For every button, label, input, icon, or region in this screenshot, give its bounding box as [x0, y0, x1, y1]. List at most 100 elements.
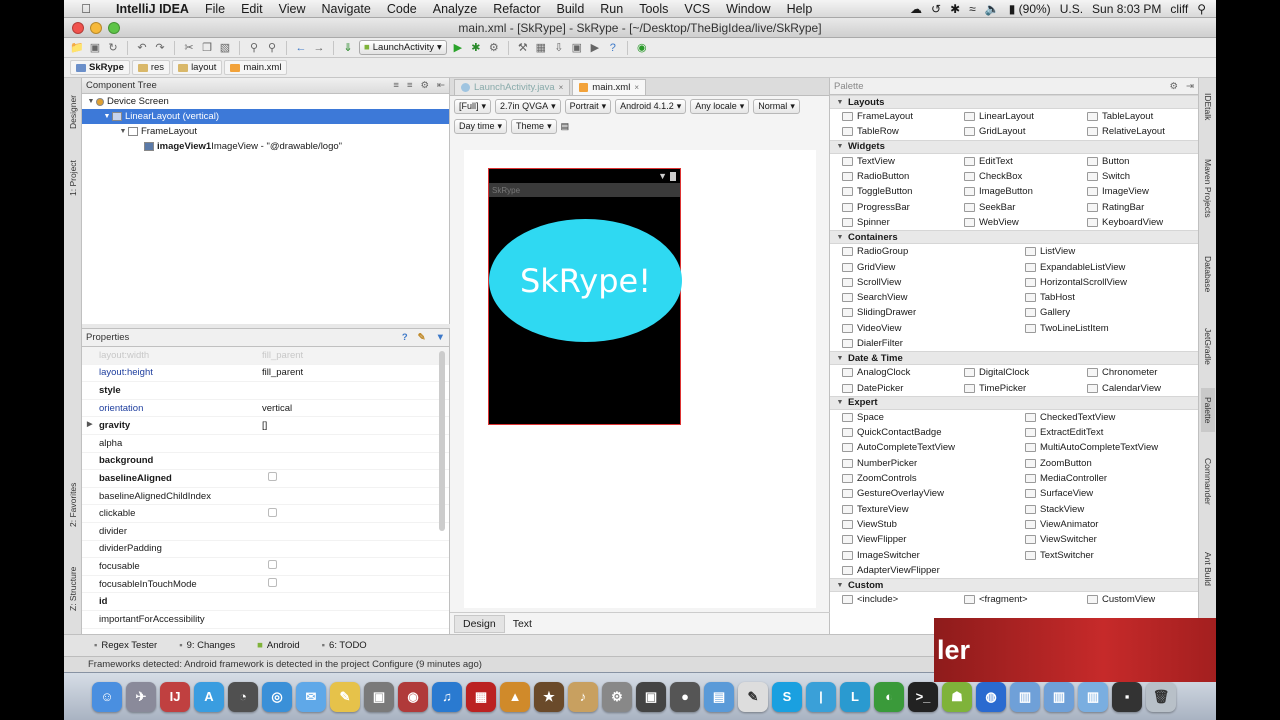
open-folder-icon[interactable]: 📁 [70, 41, 84, 55]
palette-item-seekbar[interactable]: SeekBar [964, 202, 1015, 213]
minimize-window-button[interactable] [90, 21, 102, 34]
help-icon[interactable]: ? [402, 332, 408, 343]
palette-item-tabhost[interactable]: TabHost [1025, 292, 1075, 303]
dashboard-icon[interactable]: ◔ [228, 681, 258, 712]
logo-image[interactable]: SkRype! [489, 219, 682, 342]
palette-item-listview[interactable]: ListView [1025, 246, 1075, 257]
palette-item-adapterviewflipper[interactable]: AdapterViewFlipper [842, 565, 940, 576]
designer-tool-tab[interactable]: Designer [66, 82, 80, 142]
palette-tool-tab[interactable]: Palette [1201, 388, 1215, 432]
hide-panel-icon[interactable]: ⇥ [1186, 81, 1194, 92]
palette-item-edittext[interactable]: EditText [964, 156, 1013, 167]
palette-item-imagebutton[interactable]: ImageButton [964, 186, 1033, 197]
palette-item-textview[interactable]: TextView [842, 156, 895, 167]
palette-category[interactable]: ▼ Date & Time [830, 351, 1198, 366]
database-tool-tab[interactable]: Database [1201, 246, 1215, 302]
gear-icon[interactable]: ⚙ [421, 80, 430, 91]
palette-item-switch[interactable]: Switch [1087, 171, 1130, 182]
property-value[interactable]: [] [262, 420, 449, 431]
property-row[interactable]: orientation vertical [82, 400, 449, 418]
palette-item-button[interactable]: Button [1087, 156, 1129, 167]
sdk-manager-icon[interactable]: ⇩ [552, 41, 566, 55]
palette-item-spinner[interactable]: Spinner [842, 217, 890, 228]
theme-dropdown[interactable]: Day time ▾ [454, 118, 508, 134]
palette-item-scrollview[interactable]: ScrollView [842, 277, 901, 288]
apple-icon[interactable]:  [64, 1, 108, 16]
collapse-triangle-icon[interactable]: ▼ [836, 399, 844, 406]
palette-item-relativelayout[interactable]: RelativeLayout [1087, 126, 1165, 137]
palette-item-gridview[interactable]: GridView [842, 262, 895, 273]
property-value[interactable]: vertical [262, 403, 449, 414]
property-value[interactable] [262, 578, 449, 590]
config-dropdown[interactable]: Any locale ▾ [690, 98, 750, 114]
palette-item-analogclock[interactable]: AnalogClock [842, 367, 910, 378]
property-row[interactable]: importantForAccessibility [82, 611, 449, 629]
tool-window-6-todo[interactable]: ▪ 6: TODO [322, 640, 367, 651]
spotlight-search-icon[interactable]: ⚲ [1197, 2, 1206, 16]
iwork-icon[interactable]: ▦ [466, 681, 496, 712]
photo-booth-icon[interactable]: ◉ [398, 681, 428, 712]
photos-icon[interactable]: ▣ [364, 681, 394, 712]
palette-item-space[interactable]: Space [842, 412, 884, 423]
textedit-icon[interactable]: ✎ [738, 681, 768, 712]
palette-item-checkedtextview[interactable]: CheckedTextView [1025, 412, 1115, 423]
theme-dropdown[interactable]: Theme ▾ [511, 118, 557, 134]
property-checkbox[interactable] [268, 560, 277, 570]
menubar-user[interactable]: cliff [1170, 2, 1188, 16]
palette-item-keyboardview[interactable]: KeyboardView [1087, 217, 1163, 228]
palette-item-gestureoverlayview[interactable]: GestureOverlayView [842, 488, 944, 499]
property-row[interactable]: dividerPadding [82, 541, 449, 559]
palette-item-multiautocompletetextview[interactable]: MultiAutoCompleteTextView [1025, 442, 1158, 453]
editor-mode-tab-design[interactable]: Design [454, 614, 505, 633]
property-row[interactable]: id [82, 593, 449, 611]
palette-item-imageswitcher[interactable]: ImageSwitcher [842, 550, 920, 561]
menu-run[interactable]: Run [592, 2, 631, 16]
wifi-icon[interactable]: ≈ [969, 2, 976, 16]
project-tool-tab[interactable]: 1: Project [66, 148, 80, 208]
palette-item-viewanimator[interactable]: ViewAnimator [1025, 519, 1098, 530]
gear-icon[interactable]: ⚙ [1170, 81, 1179, 92]
expand-triangle-icon[interactable]: ▼ [86, 98, 96, 105]
time-machine-icon[interactable]: ↺ [931, 2, 941, 16]
palette-item-linearlayout[interactable]: LinearLayout [964, 111, 1034, 122]
property-row[interactable]: divider [82, 523, 449, 541]
palette-item-gallery[interactable]: Gallery [1025, 307, 1070, 318]
palette-category[interactable]: ▼ Custom [830, 578, 1198, 593]
palette-category[interactable]: ▼ Layouts [830, 95, 1198, 109]
maven-tool-tab[interactable]: Maven Projects [1201, 148, 1215, 228]
palette-item-textswitcher[interactable]: TextSwitcher [1025, 550, 1094, 561]
menubar-clock[interactable]: Sun 8:03 PM [1092, 2, 1161, 16]
run-icon[interactable]: ▶ [451, 41, 465, 55]
jetgradle-tool-tab[interactable]: JetGradle [1201, 318, 1215, 374]
palette-item-horizontalscrollview[interactable]: HorizontalScrollView [1025, 277, 1127, 288]
property-value[interactable] [262, 507, 449, 520]
property-value[interactable] [262, 560, 449, 572]
palette-item-radiogroup[interactable]: RadioGroup [842, 246, 908, 257]
property-checkbox[interactable] [268, 472, 277, 482]
property-row[interactable]: style [82, 382, 449, 400]
folder-icon[interactable]: ▥ [1044, 681, 1074, 712]
cloud-icon[interactable]: ☁ [910, 2, 922, 16]
project-structure-icon[interactable]: ▦ [534, 41, 548, 55]
palette-item-progressbar[interactable]: ProgressBar [842, 202, 910, 213]
volume-icon[interactable]: 🔈 [985, 2, 1000, 16]
layout-actions-icon[interactable]: ▤ [561, 121, 570, 132]
replace-icon[interactable]: ⚲ [265, 41, 279, 55]
palette-item-twolinelistitem[interactable]: TwoLineListItem [1025, 323, 1109, 334]
expand-triangle-icon[interactable]: ▼ [118, 128, 128, 135]
collapse-triangle-icon[interactable]: ▼ [836, 143, 844, 150]
menu-window[interactable]: Window [718, 2, 778, 16]
garageband-icon[interactable]: ♪ [568, 681, 598, 712]
launchpad-icon[interactable]: ✈ [126, 681, 156, 712]
palette-item-videoview[interactable]: VideoView [842, 323, 902, 334]
forward-icon[interactable]: → [312, 41, 326, 55]
redo-icon[interactable]: ↷ [153, 41, 167, 55]
tree-node[interactable]: imageView1 ImageView - "@drawable/logo" [82, 139, 449, 154]
trash-icon[interactable]: 🗑 [1146, 681, 1176, 712]
avd-manager-icon[interactable]: ▣ [570, 41, 584, 55]
menu-help[interactable]: Help [779, 2, 821, 16]
property-row[interactable]: background [82, 453, 449, 471]
breadcrumb-item[interactable]: res [131, 60, 171, 75]
menu-file[interactable]: File [197, 2, 233, 16]
property-row[interactable]: ▶ gravity [] [82, 417, 449, 435]
